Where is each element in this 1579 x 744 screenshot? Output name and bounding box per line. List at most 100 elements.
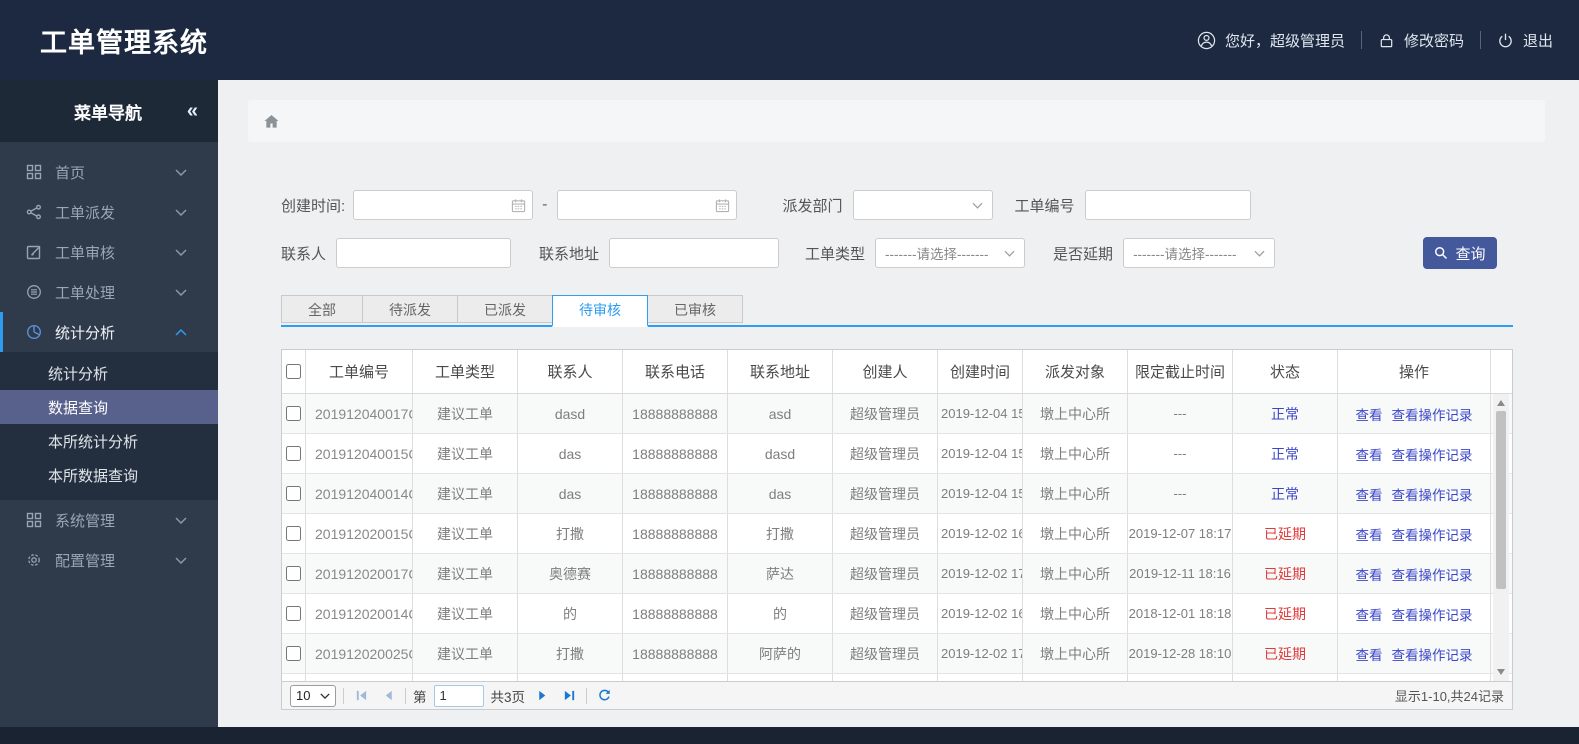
cell-status: 已延期 [1233,634,1338,673]
gear-icon [26,552,42,568]
user-greeting[interactable]: 您好，超级管理员 [1197,30,1345,51]
cell-type: 建议工单 [413,594,518,633]
order-type-select[interactable]: -------请选择------- [875,238,1026,268]
header-user-menu: 您好，超级管理员 修改密码 退出 [1197,0,1553,80]
tab-4[interactable]: 已审核 [647,295,743,323]
submenu-item[interactable]: 本所数据查询 [0,458,218,492]
cell-contact [518,674,623,681]
cell-order_no: 201912040015C [306,434,413,473]
divider [1360,31,1362,49]
cell-checkbox [282,634,306,673]
address-input[interactable] [609,238,780,268]
next-page-button[interactable] [532,686,552,706]
cell-address: das [728,474,833,513]
scroll-down-icon[interactable] [1497,669,1505,675]
row-checkbox[interactable] [286,406,301,421]
home-icon[interactable] [263,114,280,129]
records-summary: 显示1-10,共24记录 [1394,689,1504,704]
view-log-link[interactable]: 查看操作记录 [1392,644,1473,664]
scroll-up-icon[interactable] [1497,400,1505,406]
cell-actions: 查看 查看操作记录 [1338,514,1491,553]
tab-2[interactable]: 已派发 [457,295,553,323]
chevron-down-icon [1254,250,1265,257]
view-log-link[interactable]: 查看操作记录 [1392,604,1473,624]
view-link[interactable]: 查看 [1356,564,1383,584]
view-log-link[interactable]: 查看操作记录 [1392,524,1473,544]
date-from-input[interactable] [353,190,534,220]
view-link[interactable]: 查看 [1356,404,1383,424]
view-link[interactable]: 查看 [1356,444,1383,464]
row-checkbox[interactable] [286,566,301,581]
view-link[interactable]: 查看 [1356,644,1383,664]
cell-address: dasd [728,434,833,473]
submenu: 统计分析 数据查询 本所统计分析 本所数据查询 [0,352,218,500]
chevron-down-icon [175,248,187,256]
cell-address: asd [728,394,833,433]
calendar-icon[interactable] [511,198,526,213]
cell-type: 建议工单 [413,394,518,433]
sidebar-item-1[interactable]: 工单派发 [0,192,218,232]
column-header: 联系电话 [623,350,728,393]
sidebar-item-2[interactable]: 工单审核 [0,232,218,272]
view-log-link[interactable]: 查看操作记录 [1392,484,1473,504]
prev-page-button[interactable] [378,686,398,706]
cell-actions: 查看 查看操作记录 [1338,554,1491,593]
search-button[interactable]: 查询 [1423,237,1497,269]
collapse-sidebar-icon[interactable]: « [187,100,198,123]
submenu-item[interactable]: 本所统计分析 [0,424,218,458]
page-size-select[interactable]: 10 [290,684,336,707]
last-page-button[interactable] [559,686,579,706]
cell-type: 建议工单 [413,554,518,593]
row-checkbox[interactable] [286,606,301,621]
date-to-input[interactable] [556,190,737,220]
cell-type: 建议工单 [413,474,518,513]
divider [1479,31,1481,49]
sidebar-item-6[interactable]: 配置管理 [0,540,218,580]
cell-contact: das [518,474,623,513]
contact-input[interactable] [336,238,512,268]
cell-order_no: 201912040017C [306,394,413,433]
sidebar-item-label: 工单审核 [55,244,116,262]
refresh-button[interactable] [594,686,614,706]
scrollbar-thumb[interactable] [1496,411,1506,589]
sidebar-item-3[interactable]: 工单处理 [0,272,218,312]
submenu-item[interactable]: 数据查询 [0,390,218,424]
logout-button[interactable]: 退出 [1497,30,1553,51]
submenu-item[interactable]: 统计分析 [0,356,218,390]
cell-target: 墩上中心所 [1023,514,1128,553]
change-password-button[interactable]: 修改密码 [1378,30,1464,51]
page-number-input[interactable] [433,684,484,707]
view-log-link[interactable]: 查看操作记录 [1392,404,1473,424]
row-checkbox[interactable] [286,646,301,661]
row-checkbox[interactable] [286,526,301,541]
view-log-link[interactable]: 查看操作记录 [1392,444,1473,464]
select-all-checkbox[interactable] [286,364,301,379]
first-page-button[interactable] [351,686,371,706]
app-root: { "header": { "title": "工单管理系统", "greeti… [0,0,1579,744]
modules-icon [26,512,42,528]
chevron-down-icon [175,168,187,176]
lock-icon [1378,32,1395,49]
delayed-select[interactable]: -------请选择------- [1123,238,1276,268]
order-no-label: 工单编号 [1014,197,1075,215]
cell-status: 正常 [1233,394,1338,433]
cell-created: 2019-12-02 16 [938,594,1023,633]
calendar-icon[interactable] [715,198,730,213]
sidebar-item-4[interactable]: 统计分析 [0,312,218,352]
order-no-input[interactable] [1084,190,1251,220]
sidebar-item-0[interactable]: 首页 [0,152,218,192]
row-checkbox[interactable] [286,486,301,501]
sidebar-item-5[interactable]: 系统管理 [0,500,218,540]
view-link[interactable]: 查看 [1356,524,1383,544]
tab-0[interactable]: 全部 [281,295,363,323]
sidebar-item-label: 统计分析 [55,324,116,342]
view-log-link[interactable]: 查看操作记录 [1392,564,1473,584]
tab-1[interactable]: 待派发 [362,295,458,323]
view-link[interactable]: 查看 [1356,604,1383,624]
vertical-scrollbar[interactable] [1493,394,1509,681]
cell-created [938,674,1023,681]
row-checkbox[interactable] [286,446,301,461]
tab-3[interactable]: 待审核 [552,295,648,327]
dispatch-dept-select[interactable] [852,190,993,220]
view-link[interactable]: 查看 [1356,484,1383,504]
